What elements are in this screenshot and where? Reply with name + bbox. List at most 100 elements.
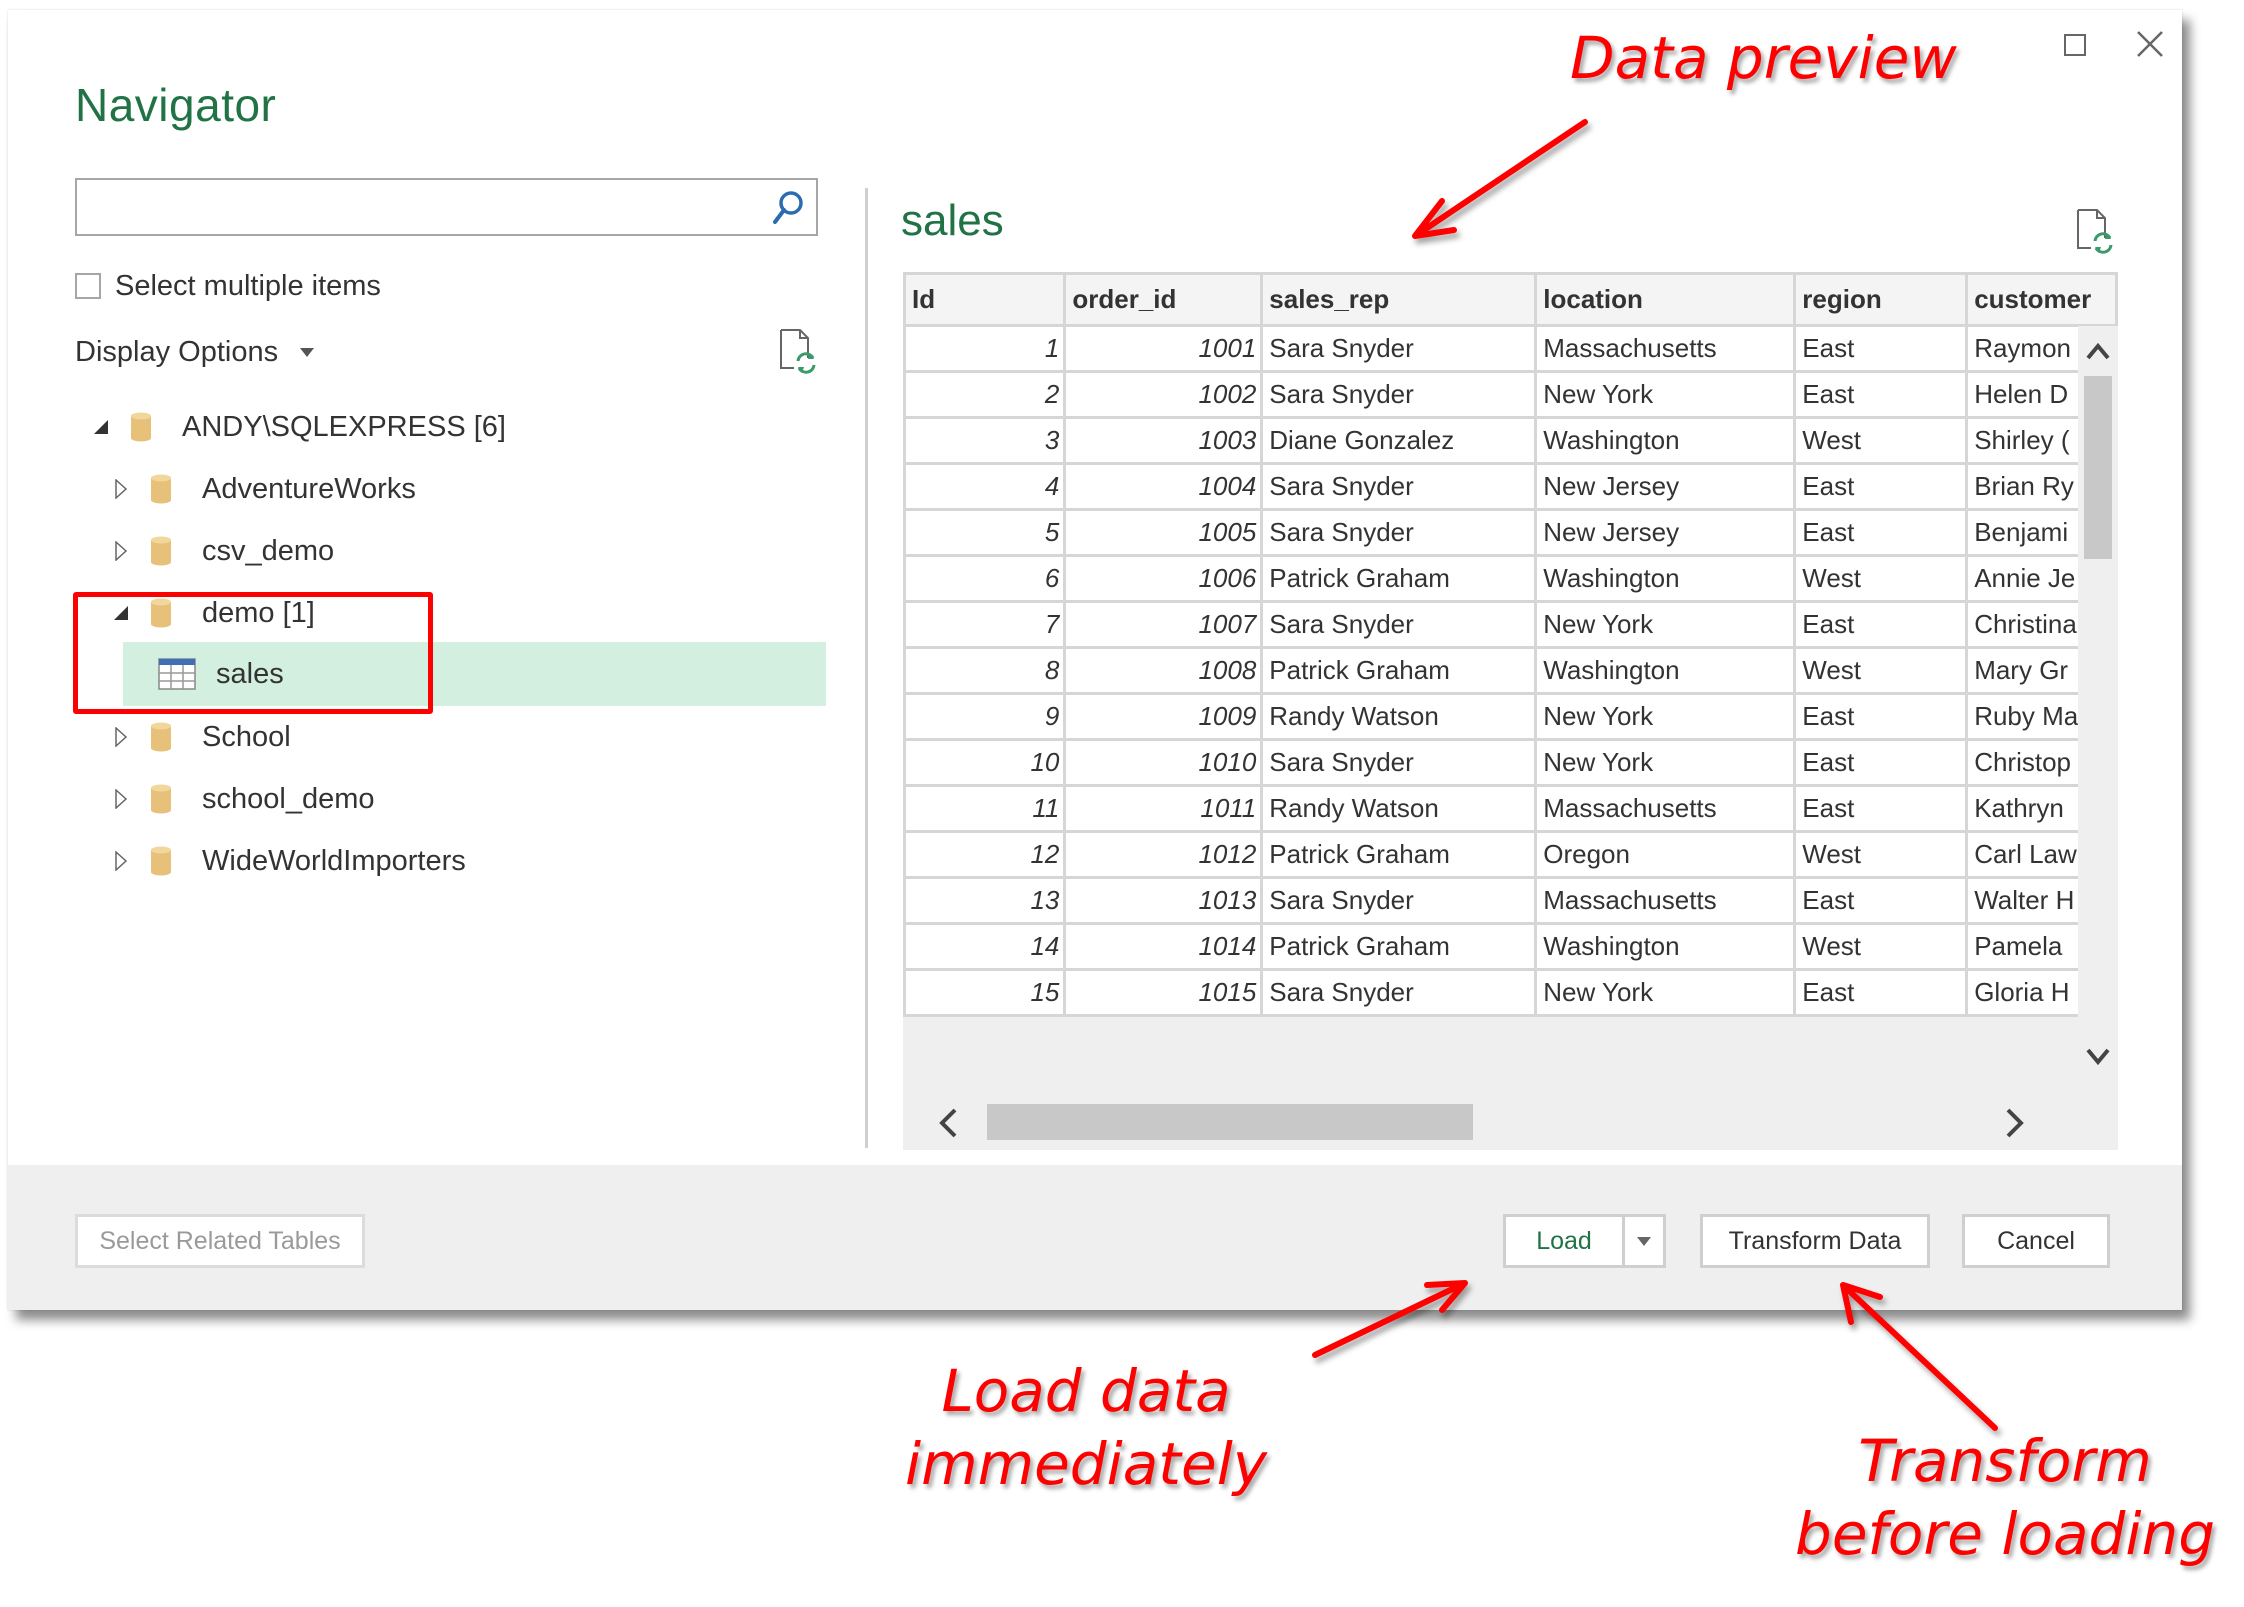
table-row[interactable]: 14 1014 Patrick Graham Washington West Pamela	[903, 922, 2118, 971]
search-icon[interactable]	[770, 188, 806, 228]
database-icon	[151, 598, 171, 628]
select-multiple-items[interactable]: Select multiple items	[75, 266, 381, 306]
table-cell-order-id: 1011	[1063, 784, 1264, 833]
table-row[interactable]: 1 1001 Sara Snyder Massachusetts East Raymon	[903, 324, 2118, 373]
search-field[interactable]	[75, 178, 818, 236]
preview-title: sales	[901, 196, 1004, 245]
vertical-scrollbar[interactable]	[2078, 326, 2118, 1096]
table-cell-order-id: 1015	[1063, 968, 1264, 1017]
database-icon	[151, 846, 171, 876]
annotation-transform-line2: before loading	[1795, 1499, 2216, 1568]
table-cell-sales-rep: Patrick Graham	[1260, 830, 1538, 879]
tree-item-school[interactable]: School	[110, 711, 291, 763]
scroll-down-icon[interactable]	[2084, 1042, 2112, 1070]
table-cell-location: New Jersey	[1534, 508, 1797, 557]
select-multiple-checkbox[interactable]	[75, 273, 101, 299]
collapsed-triangle-icon[interactable]	[110, 850, 132, 872]
table-cell-sales-rep: Sara Snyder	[1260, 968, 1538, 1017]
select-multiple-label: Select multiple items	[115, 269, 381, 302]
data-preview-table: Id order_id sales_rep location region cu…	[903, 272, 2118, 1017]
refresh-icon[interactable]	[778, 328, 818, 374]
table-cell-region: West	[1793, 922, 1969, 971]
tree-item-server[interactable]: ANDY\SQLEXPRESS [6]	[90, 401, 506, 453]
pane-divider[interactable]	[865, 188, 868, 1148]
column-header[interactable]: Id	[903, 272, 1067, 327]
transform-data-button[interactable]: Transform Data	[1700, 1214, 1930, 1268]
tree-item-sales[interactable]: sales	[158, 648, 284, 700]
load-button[interactable]: Load	[1503, 1214, 1625, 1268]
table-cell-sales-rep: Patrick Graham	[1260, 554, 1538, 603]
close-icon[interactable]	[2126, 20, 2174, 68]
table-cell-sales-rep: Sara Snyder	[1260, 738, 1538, 787]
collapsed-triangle-icon[interactable]	[110, 478, 132, 500]
table-row[interactable]: 15 1015 Sara Snyder New York East Gloria H	[903, 968, 2118, 1017]
table-cell-sales-rep: Patrick Graham	[1260, 922, 1538, 971]
cancel-button[interactable]: Cancel	[1962, 1214, 2110, 1268]
horizontal-scrollbar[interactable]	[903, 1096, 2078, 1150]
select-related-tables-button[interactable]: Select Related Tables	[75, 1214, 365, 1268]
expanded-triangle-icon[interactable]	[110, 602, 132, 624]
table-row[interactable]: 8 1008 Patrick Graham Washington West Mary Gr	[903, 646, 2118, 695]
table-cell-sales-rep: Sara Snyder	[1260, 508, 1538, 557]
column-header[interactable]: sales_rep	[1260, 272, 1538, 327]
scroll-right-icon[interactable]	[2000, 1106, 2030, 1140]
table-cell-order-id: 1007	[1063, 600, 1264, 649]
table-cell-region: East	[1793, 738, 1969, 787]
column-header[interactable]: order_id	[1063, 272, 1264, 327]
table-cell-location: New York	[1534, 968, 1797, 1017]
table-cell-id: 11	[903, 784, 1067, 833]
table-cell-id: 2	[903, 370, 1067, 419]
maximize-icon[interactable]	[2050, 20, 2098, 68]
tree-item-school-demo[interactable]: school_demo	[110, 773, 375, 825]
table-cell-location: Massachusetts	[1534, 876, 1797, 925]
column-header[interactable]: customer	[1965, 272, 2118, 327]
database-icon	[151, 784, 171, 814]
column-header[interactable]: location	[1534, 272, 1797, 327]
table-cell-region: West	[1793, 416, 1969, 465]
load-options-dropdown[interactable]	[1622, 1214, 1666, 1268]
scroll-left-icon[interactable]	[933, 1106, 963, 1140]
column-header[interactable]: region	[1793, 272, 1969, 327]
table-row[interactable]: 5 1005 Sara Snyder New Jersey East Benjami	[903, 508, 2118, 557]
table-row[interactable]: 10 1010 Sara Snyder New York East Christop	[903, 738, 2118, 787]
tree-item-label: sales	[216, 657, 284, 690]
table-row[interactable]: 11 1011 Randy Watson Massachusetts East Kathr…	[903, 784, 2118, 833]
table-cell-id: 13	[903, 876, 1067, 925]
table-row[interactable]: 6 1006 Patrick Graham Washington West Annie J…	[903, 554, 2118, 603]
table-row[interactable]: 4 1004 Sara Snyder New Jersey East Brian Ry	[903, 462, 2118, 511]
table-cell-id: 5	[903, 508, 1067, 557]
table-cell-region: East	[1793, 462, 1969, 511]
table-header-row: Id order_id sales_rep location region cu…	[903, 272, 2118, 327]
database-icon	[151, 722, 171, 752]
tree-item-demo[interactable]: demo [1]	[110, 587, 315, 639]
refresh-icon[interactable]	[2075, 208, 2115, 254]
table-cell-location: Oregon	[1534, 830, 1797, 879]
table-cell-sales-rep: Randy Watson	[1260, 692, 1538, 741]
tree-item-adventureworks[interactable]: AdventureWorks	[110, 463, 416, 515]
scroll-up-icon[interactable]	[2084, 338, 2112, 366]
table-cell-id: 6	[903, 554, 1067, 603]
table-icon	[158, 658, 196, 690]
table-cell-sales-rep: Sara Snyder	[1260, 462, 1538, 511]
table-cell-order-id: 1002	[1063, 370, 1264, 419]
table-cell-order-id: 1014	[1063, 922, 1264, 971]
expanded-triangle-icon[interactable]	[90, 416, 112, 438]
collapsed-triangle-icon[interactable]	[110, 726, 132, 748]
vertical-scroll-thumb[interactable]	[2084, 376, 2112, 559]
display-options-dropdown[interactable]: Display Options	[75, 332, 315, 372]
table-row[interactable]: 7 1007 Sara Snyder New York East Christina	[903, 600, 2118, 649]
collapsed-triangle-icon[interactable]	[110, 788, 132, 810]
table-row[interactable]: 12 1012 Patrick Graham Oregon West Carl Law	[903, 830, 2118, 879]
table-row[interactable]: 13 1013 Sara Snyder Massachusetts East Walter…	[903, 876, 2118, 925]
table-row[interactable]: 9 1009 Randy Watson New York East Ruby Ma	[903, 692, 2118, 741]
tree-item-csv-demo[interactable]: csv_demo	[110, 525, 334, 577]
tree-item-label: WideWorldImporters	[202, 844, 466, 877]
collapsed-triangle-icon[interactable]	[110, 540, 132, 562]
table-cell-id: 10	[903, 738, 1067, 787]
tree-item-wideworldimporters[interactable]: WideWorldImporters	[110, 835, 466, 887]
table-row[interactable]: 2 1002 Sara Snyder New York East Helen D	[903, 370, 2118, 419]
search-input[interactable]	[77, 180, 777, 232]
horizontal-scroll-thumb[interactable]	[987, 1104, 1473, 1140]
table-cell-location: New York	[1534, 692, 1797, 741]
table-row[interactable]: 3 1003 Diane Gonzalez Washington West Shirley…	[903, 416, 2118, 465]
